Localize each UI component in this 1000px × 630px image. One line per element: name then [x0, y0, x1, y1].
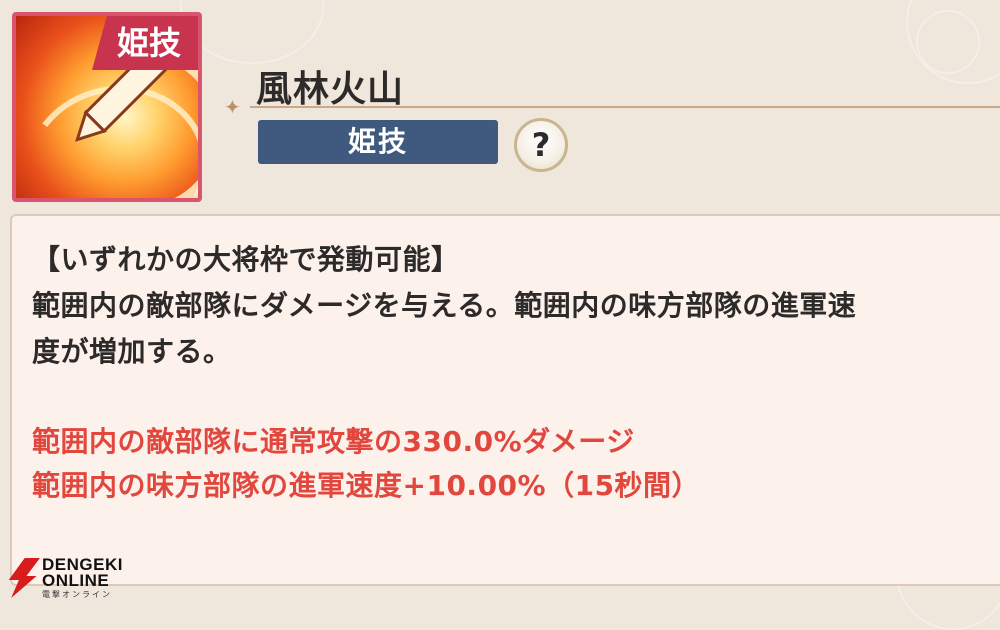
description-line: 度が増加する。 — [32, 335, 232, 368]
lightning-logo-icon — [8, 558, 40, 598]
skill-icon: 姫技 — [12, 12, 202, 202]
title-divider — [250, 106, 1000, 108]
ornament-icon: ✦ — [224, 95, 241, 119]
dengeki-online-watermark: DENGEKI ONLINE 電撃オンライン — [6, 556, 136, 600]
skill-type-badge: 姫技 — [92, 16, 198, 70]
watermark-line: ONLINE — [42, 571, 110, 590]
effect-damage: 範囲内の敵部隊に通常攻撃の330.0%ダメージ — [32, 425, 635, 458]
help-button[interactable]: ? — [514, 118, 568, 172]
effect-speed-buff: 範囲内の味方部隊の進軍速度+10.00%（15秒間） — [32, 469, 701, 502]
watermark-line: 電撃オンライン — [42, 590, 112, 599]
skill-type-tag: 姫技 — [258, 120, 498, 164]
description-line: 範囲内の敵部隊にダメージを与える。範囲内の味方部隊の進軍速 — [32, 289, 857, 322]
description-condition: 【いずれかの大将枠で発動可能】 — [32, 243, 460, 276]
background-swirl — [916, 10, 980, 74]
skill-name: 風林火山 — [256, 69, 405, 110]
